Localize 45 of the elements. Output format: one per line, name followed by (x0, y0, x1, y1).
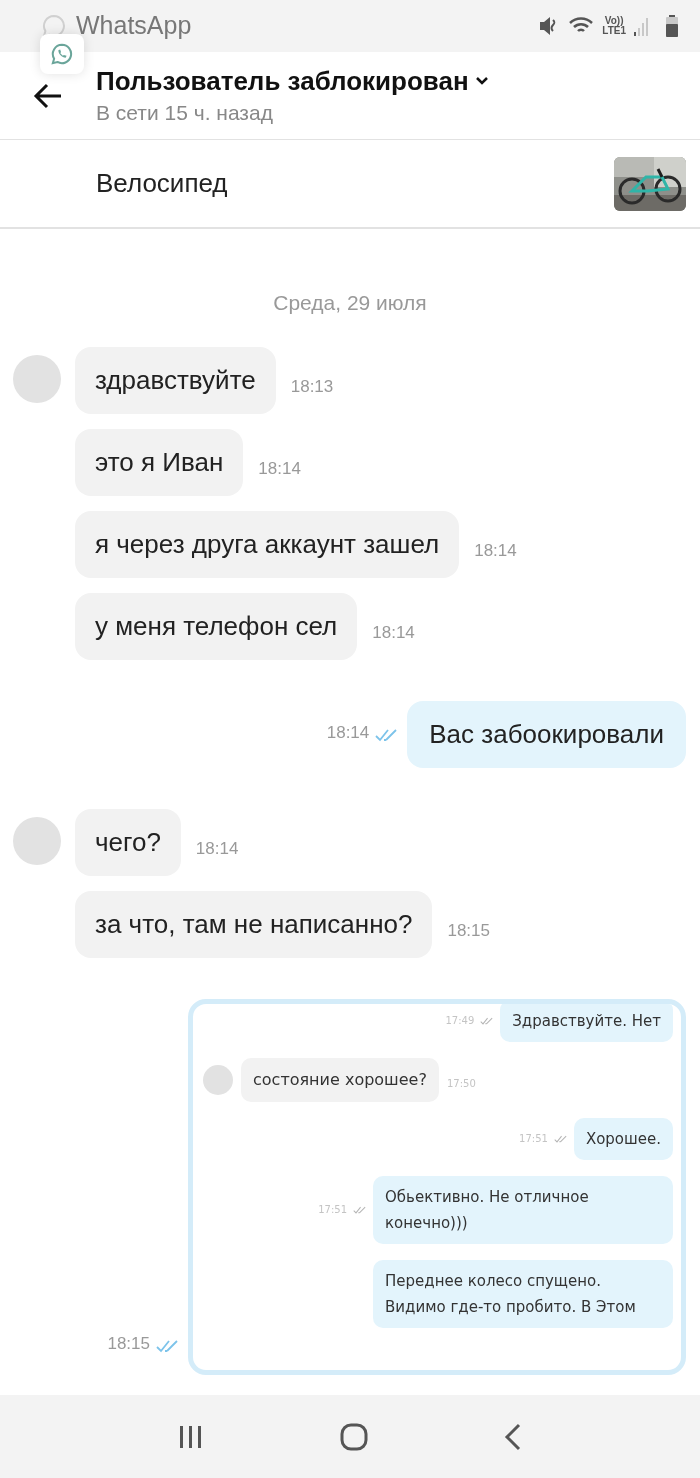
message-bubble: состояние хорошее? (241, 1057, 439, 1102)
chat-bubble-icon (51, 43, 73, 65)
message-time: 18:15 (107, 1333, 150, 1355)
message-time: 17:51 (519, 1132, 548, 1146)
message-bubble: чего? (75, 808, 181, 876)
back-arrow-icon (33, 82, 63, 109)
message-bubble: за что, там не написанно? (75, 890, 433, 958)
last-seen: В сети 15 ч. назад (96, 99, 274, 126)
chat-title[interactable]: Пользователь заблокирован (96, 63, 469, 98)
message-bubble: я через друга аккаунт зашел (75, 510, 460, 578)
message-time: 18:14 (258, 457, 301, 480)
signal-icon (634, 16, 650, 36)
message-time: 18:14 (372, 621, 415, 644)
avatar (13, 354, 61, 403)
message-bubble: это я Иван (75, 428, 244, 496)
listing-title: Велосипед (96, 167, 228, 200)
home-icon[interactable] (340, 1422, 368, 1451)
app-name: WhatsApp (76, 10, 192, 42)
message-time: 17:50 (446, 1077, 476, 1091)
message-time: 18:15 (447, 919, 490, 942)
battery-icon (666, 15, 678, 37)
message-bubble: Вас забоокировали (407, 700, 686, 768)
network-label: LTE1 (602, 26, 626, 36)
message-bubble: здравствуйте (75, 346, 276, 414)
double-check-icon (480, 1016, 495, 1025)
message-bubble: Здравствуйте. Нет (500, 1003, 673, 1042)
double-check-icon (553, 1134, 568, 1143)
message-time: 18:13 (290, 375, 334, 398)
message-bubble: Переднее колесо спущено. Видимо где-то пробито. В Этом (373, 1259, 673, 1328)
message-time: 17:51 (318, 1203, 347, 1217)
recent-apps-icon[interactable] (178, 1423, 204, 1450)
message-bubble: Обьективно. Не отличное конечно))) (373, 1175, 673, 1244)
chevron-down-icon[interactable] (474, 75, 489, 86)
message-bubble: у меня телефон сел (75, 592, 358, 660)
avatar (203, 1064, 233, 1095)
message-bubble: Хорошее. (573, 1117, 673, 1160)
back-icon[interactable] (504, 1422, 522, 1451)
date-label: Среда, 29 июля (273, 290, 427, 316)
avatar (13, 816, 61, 865)
message-time: 17:49 (445, 1014, 475, 1028)
message-time: 18:14 (326, 722, 370, 744)
message-time: 18:14 (474, 539, 517, 562)
message-time: 18:14 (195, 837, 239, 860)
volte-label: Vo)) (604, 16, 624, 26)
double-check-icon (353, 1205, 367, 1214)
